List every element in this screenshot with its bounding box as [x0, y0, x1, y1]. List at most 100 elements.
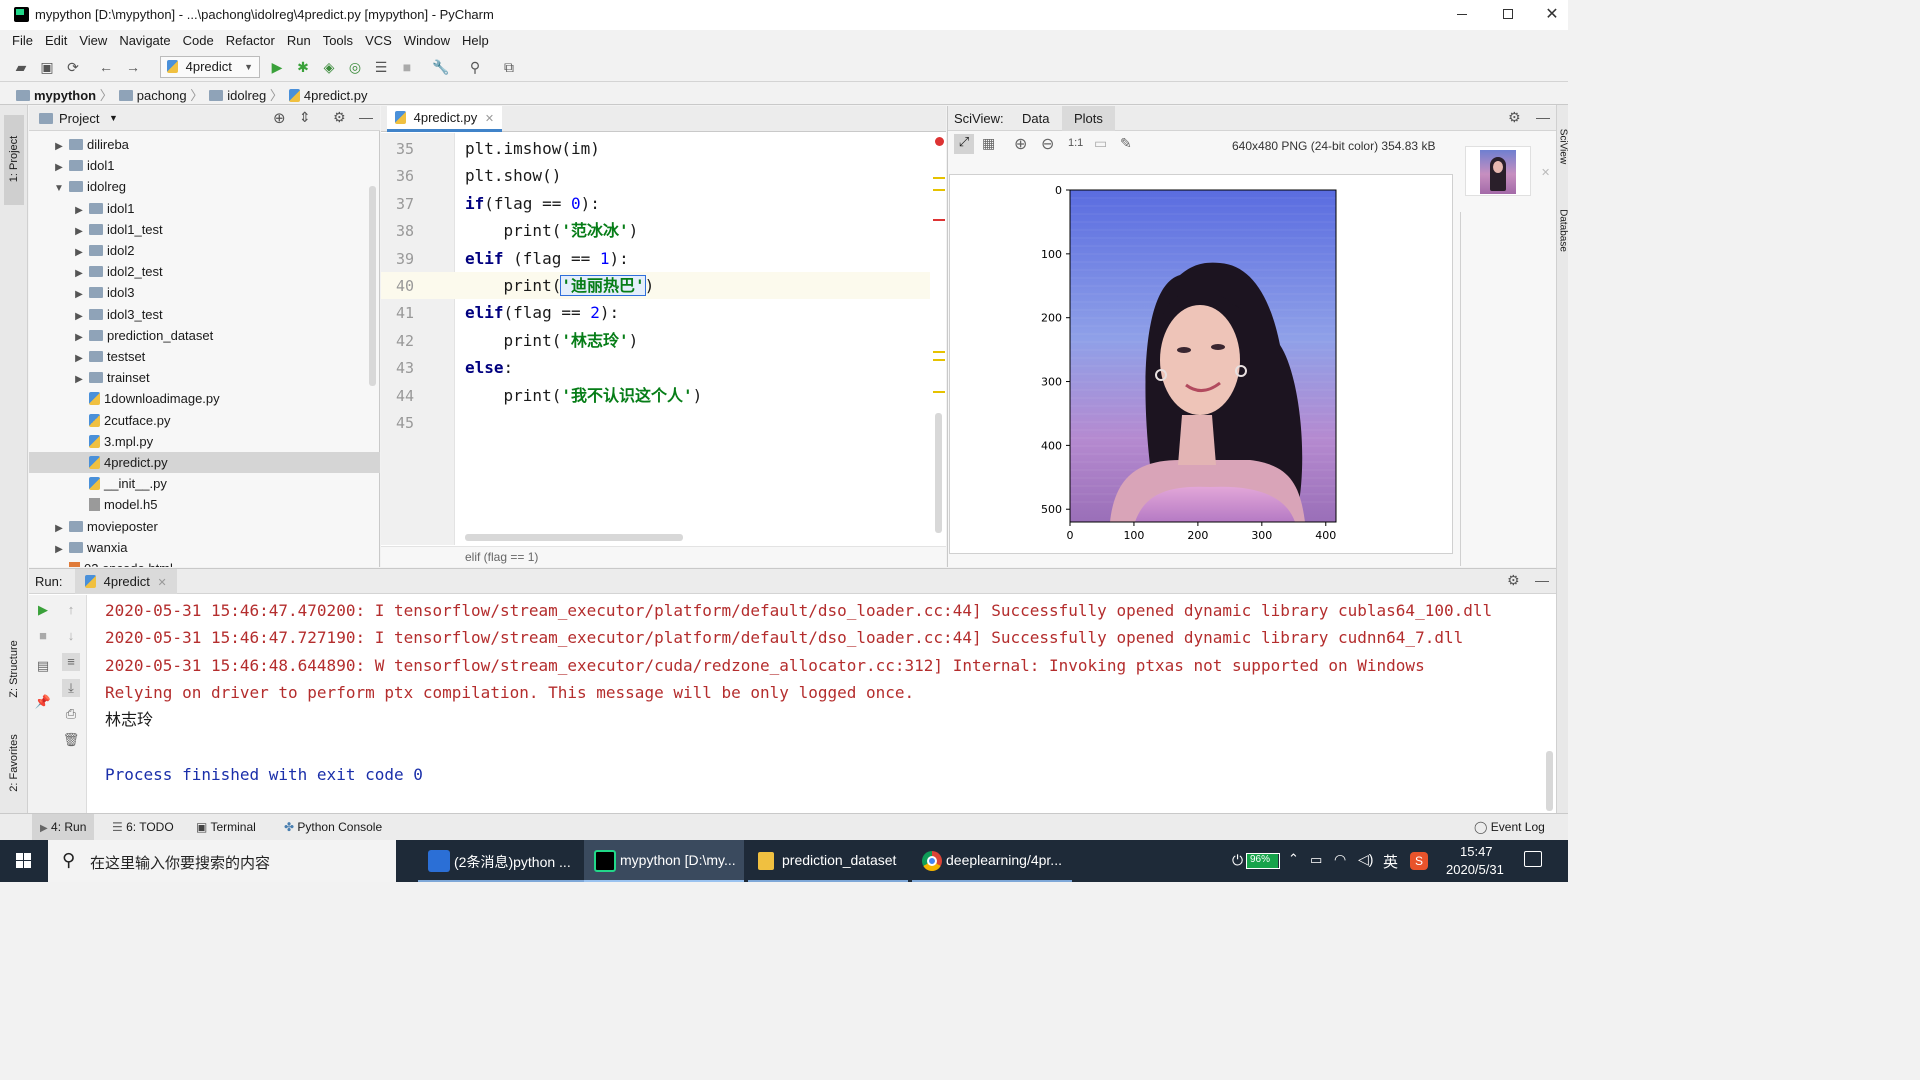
tree-item[interactable]: ▶ trainset	[29, 367, 379, 388]
stop-icon[interactable]: ■	[34, 627, 52, 645]
tree-item[interactable]: __init__.py	[29, 473, 379, 494]
tree-item[interactable]: ▶ idol2_test	[29, 261, 379, 282]
vertical-scrollbar[interactable]	[935, 413, 942, 533]
battery-icon[interactable]: ▭	[1310, 852, 1322, 868]
tree-item[interactable]: ▶ idol2	[29, 240, 379, 261]
sogou-icon[interactable]: S	[1410, 852, 1428, 870]
windows-start-icon[interactable]	[16, 853, 32, 869]
tree-item[interactable]: model.h5	[29, 494, 379, 515]
database-side-label[interactable]: Database	[1558, 201, 1569, 261]
tab-terminal[interactable]: ▣ Terminal	[196, 814, 256, 840]
tree-item[interactable]: ▼ idolreg	[29, 176, 379, 197]
breadcrumb-item[interactable]: 4predict.py	[288, 88, 368, 103]
back-icon[interactable]: ←	[97, 58, 115, 76]
plot-thumbnail[interactable]	[1465, 146, 1531, 196]
chevron-right-icon[interactable]: ▶	[69, 221, 89, 242]
tree-item[interactable]: ▶ testset	[29, 346, 379, 367]
code-area[interactable]: 35 plt.imshow(im) 36 plt.show() 37 if(flag ==…	[381, 135, 936, 545]
wrench-icon[interactable]: 🔧	[432, 58, 450, 76]
volume-icon[interactable]: ◁)	[1358, 851, 1373, 868]
gear-icon[interactable]: ⚙	[1507, 572, 1520, 589]
chevron-right-icon[interactable]: ▶	[69, 242, 89, 263]
horizontal-scrollbar[interactable]	[465, 534, 683, 541]
chevron-right-icon[interactable]: ▶	[49, 518, 69, 539]
coverage-icon[interactable]: ◈	[320, 58, 338, 76]
hide-icon[interactable]: —	[1536, 109, 1550, 125]
favorites-tool-button[interactable]: 2: Favorites	[4, 725, 24, 805]
tree-item[interactable]: ▶ idol1_test	[29, 219, 379, 240]
taskbar-app-chrome[interactable]: deeplearning/4pr...	[912, 840, 1072, 882]
wifi-icon[interactable]: ◠	[1334, 851, 1346, 868]
menu-file[interactable]: File	[12, 30, 33, 52]
trash-icon[interactable]: 🗑	[62, 731, 80, 749]
background-icon[interactable]: ▭	[1094, 135, 1107, 152]
soft-wrap-icon[interactable]: ≡	[62, 653, 80, 671]
tree-item[interactable]: ▶ idol1	[29, 198, 379, 219]
breadcrumb-item[interactable]: pachong 〉	[118, 88, 203, 103]
clock-date[interactable]: 2020/5/31	[1446, 862, 1504, 877]
minimize-button[interactable]	[1452, 6, 1472, 24]
gear-icon[interactable]: ⚙	[1508, 109, 1521, 126]
tree-item[interactable]: ▶ movieposter	[29, 516, 379, 537]
open-folder-icon[interactable]: ▰	[12, 58, 30, 76]
tab-run[interactable]: ▶ 4: Run	[32, 814, 95, 840]
chevron-right-icon[interactable]: ▶	[69, 369, 89, 390]
tree-item[interactable]: ▶ prediction_dataset	[29, 325, 379, 346]
editor-breadcrumb-label[interactable]: elif (flag == 1)	[465, 550, 538, 564]
menu-help[interactable]: Help	[462, 30, 489, 52]
tree-item[interactable]: 4predict.py	[29, 452, 380, 473]
menu-window[interactable]: Window	[404, 30, 450, 52]
tree-item[interactable]: ▶ wanxia	[29, 537, 379, 558]
save-icon[interactable]: ▣	[38, 58, 56, 76]
structure-tool-button[interactable]: Z: Structure	[4, 625, 24, 715]
tab-data[interactable]: Data	[1022, 111, 1049, 126]
tree-item[interactable]: ▶ idol3_test	[29, 304, 379, 325]
tree-item[interactable]: 1downloadimage.py	[29, 388, 379, 409]
chevron-right-icon[interactable]: ▶	[69, 348, 89, 369]
close-tab-icon[interactable]: ✕	[485, 113, 494, 125]
gear-icon[interactable]: ⚙	[333, 109, 346, 126]
menu-refactor[interactable]: Refactor	[226, 30, 275, 52]
maximize-button[interactable]	[1498, 6, 1518, 24]
search-icon[interactable]: ⚲	[466, 58, 484, 76]
console-scrollbar[interactable]	[1546, 751, 1553, 811]
close-button[interactable]: ✕	[1542, 4, 1562, 24]
notification-icon[interactable]	[1524, 851, 1542, 867]
vcs-icon[interactable]: ⧉	[500, 58, 518, 76]
taskbar-app-pycharm[interactable]: mypython [D:\my...	[584, 840, 744, 882]
menu-code[interactable]: Code	[183, 30, 214, 52]
forward-icon[interactable]: →	[124, 58, 142, 76]
pin-icon[interactable]: 📌	[34, 693, 52, 711]
chevron-right-icon[interactable]: ▶	[69, 200, 89, 221]
project-scrollbar[interactable]	[369, 186, 376, 386]
fit-icon[interactable]: ⤢	[954, 134, 974, 154]
chevron-right-icon[interactable]: ▶	[49, 157, 69, 178]
chevron-right-icon[interactable]: ▶	[69, 327, 89, 348]
clock-time[interactable]: 15:47	[1460, 844, 1493, 859]
sync-icon[interactable]: ⟳	[64, 58, 82, 76]
sciview-side-label[interactable]: SciView	[1558, 117, 1569, 177]
grid-icon[interactable]: ▦	[982, 135, 995, 152]
hide-icon[interactable]: —	[359, 109, 373, 125]
taskbar-app-explorer[interactable]: prediction_dataset	[748, 840, 908, 882]
battery-indicator[interactable]: 96%	[1246, 853, 1280, 869]
menu-navigate[interactable]: Navigate	[119, 30, 170, 52]
project-tool-button[interactable]: 1: Project	[4, 115, 24, 205]
menu-tools[interactable]: Tools	[323, 30, 353, 52]
tree-item[interactable]: ▶ idol3	[29, 282, 379, 303]
chevron-right-icon[interactable]: ▶	[49, 136, 69, 157]
actual-size-button[interactable]: 1:1	[1068, 137, 1083, 149]
power-plug-icon[interactable]: ⏻	[1232, 852, 1243, 869]
scroll-to-end-icon[interactable]: ⤓	[62, 679, 80, 697]
menu-vcs[interactable]: VCS	[365, 30, 392, 52]
concurrency-icon[interactable]: ☰	[372, 58, 390, 76]
debug-icon[interactable]: ✱	[294, 58, 312, 76]
tree-item[interactable]: ▶ dilireba	[29, 134, 379, 155]
tab-python-console[interactable]: ✤ Python Console	[284, 814, 382, 840]
tab-todo[interactable]: ☰ 6: TODO	[112, 814, 174, 840]
rerun-icon[interactable]: ▶	[34, 601, 52, 619]
locate-icon[interactable]: ⊕	[273, 109, 286, 127]
zoom-out-icon[interactable]: ⊖	[1041, 134, 1054, 154]
tree-item[interactable]: 3.mpl.py	[29, 431, 379, 452]
run-tab[interactable]: 4predict ✕	[75, 569, 177, 594]
